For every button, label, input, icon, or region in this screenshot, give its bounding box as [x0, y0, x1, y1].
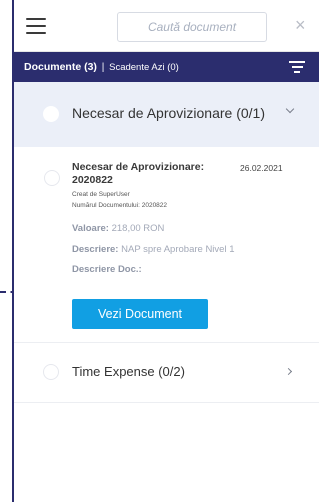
- document-select-radio[interactable]: [44, 170, 60, 186]
- tab-separator: |: [101, 62, 105, 73]
- document-card: Necesar de Aprovizionare: 2020822 26.02.…: [14, 147, 319, 343]
- group-title: Time Expense (0/2): [72, 364, 185, 379]
- doc-description-field: Descriere Doc.:: [72, 264, 142, 275]
- document-number: Numărul Documentului: 2020822: [72, 202, 168, 209]
- group-select-radio[interactable]: [43, 364, 59, 380]
- group-header-necesar[interactable]: Necesar de Aprovizionare (0/1): [14, 82, 319, 147]
- top-bar: ×: [14, 0, 319, 52]
- chevron-right-icon[interactable]: [284, 367, 293, 376]
- description-field: Descriere: NAP spre Aprobare Nivel 1: [72, 244, 234, 255]
- description-text: NAP spre Aprobare Nivel 1: [121, 244, 235, 255]
- value-label: Valoare:: [72, 223, 109, 234]
- document-title: Necesar de Aprovizionare: 2020822: [72, 161, 205, 186]
- document-date: 26.02.2021: [240, 163, 283, 173]
- group-title: Necesar de Aprovizionare (0/1): [72, 105, 265, 121]
- tab-scadente-azi[interactable]: Scadente Azi (0): [109, 62, 179, 73]
- tab-documente[interactable]: Documente (3): [24, 61, 97, 73]
- view-document-button[interactable]: Vezi Document: [72, 299, 208, 329]
- app-screen: × Documente (3) | Scadente Azi (0) Neces…: [12, 0, 319, 502]
- group-header-time-expense[interactable]: Time Expense (0/2): [14, 343, 319, 403]
- document-created-by: Creat de SuperUser: [72, 191, 130, 198]
- value-text: 218,00 RON: [111, 223, 165, 234]
- close-icon[interactable]: ×: [295, 15, 306, 35]
- value-field: Valoare: 218,00 RON: [72, 223, 164, 234]
- search-input[interactable]: [117, 12, 267, 42]
- tab-bar: Documente (3) | Scadente Azi (0): [14, 52, 319, 82]
- description-label: Descriere:: [72, 244, 119, 255]
- doc-description-label: Descriere Doc.:: [72, 264, 142, 275]
- hamburger-menu-icon[interactable]: [26, 18, 46, 34]
- filter-icon[interactable]: [289, 61, 305, 73]
- group-select-radio[interactable]: [43, 106, 59, 122]
- chevron-down-icon[interactable]: [285, 104, 295, 114]
